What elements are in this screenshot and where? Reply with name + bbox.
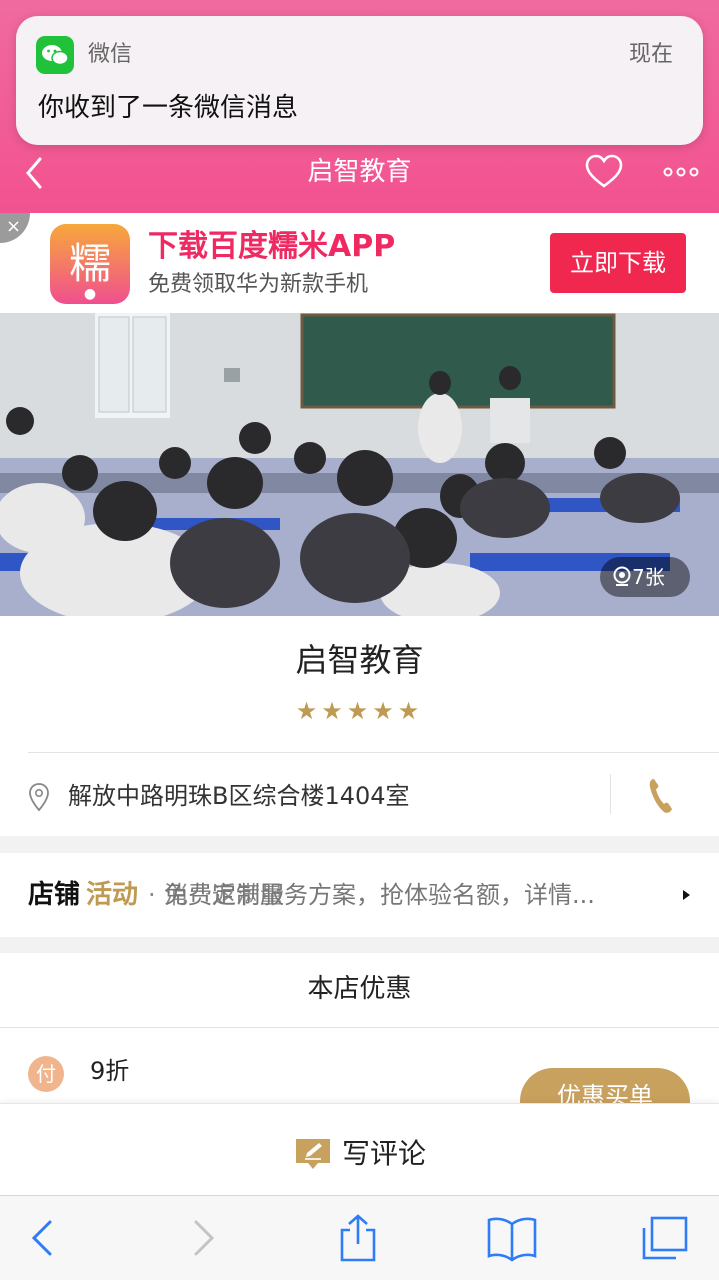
shop-name: 启智教育 [295, 641, 424, 679]
wechat-notification[interactable]: 微信 现在 你收到了一条微信消息 [16, 16, 703, 145]
edit-comment-icon [296, 1139, 330, 1169]
heart-icon[interactable] [585, 154, 623, 190]
close-ad-button[interactable]: × [0, 213, 30, 243]
photo-count-badge[interactable]: 7张 [600, 557, 690, 597]
notification-app-name: 微信 [88, 42, 133, 67]
camera-icon [613, 566, 631, 586]
activity-separator: · [148, 881, 156, 909]
divider [610, 774, 611, 814]
bookmarks-icon[interactable] [486, 1214, 538, 1262]
activity-label-event: 活动 [86, 880, 139, 910]
divider [28, 752, 719, 753]
notification-time: 现在 [628, 42, 673, 67]
paw-icon: ● [83, 286, 97, 302]
rating-stars: ★★★★★ [295, 697, 424, 725]
activity-text: 免费定制服务方案，抢体验名额，详情... [164, 881, 595, 909]
ad-subtitle: 免费领取华为新款手机 [148, 272, 369, 297]
shop-address[interactable]: 解放中路明珠B区综合楼1404室 [68, 776, 410, 816]
shop-activity-row[interactable]: 店铺 活动 · 消费返满量 免费定制服务方案，抢体验名额，详情... [0, 853, 719, 937]
nuomi-logo-icon: 糯 ● [50, 224, 130, 304]
coupon-section-title: 本店优惠 [307, 974, 412, 1004]
ad-title: 下载百度糯米APP [148, 229, 396, 264]
photo-count: 7张 [632, 565, 665, 589]
location-pin-icon [29, 783, 49, 812]
divider [0, 1027, 719, 1028]
tabs-icon[interactable] [638, 1214, 690, 1262]
more-dots-icon[interactable] [662, 163, 700, 181]
write-review-bar[interactable]: 写评论 [0, 1103, 719, 1195]
forward-arrow-icon[interactable] [190, 1214, 218, 1262]
discount-value: 9折 [90, 1057, 130, 1085]
ad-banner[interactable]: × 糯 ● 下载百度糯米APP 免费领取华为新款手机 立即下载 [0, 213, 719, 313]
notification-message: 你收到了一条微信消息 [38, 93, 299, 123]
logo-char: 糯 [68, 239, 111, 288]
download-button[interactable]: 立即下载 [550, 233, 686, 293]
pay-badge: 付 [28, 1056, 64, 1092]
coupon-section: 本店优惠 付 9折 优惠买单 [0, 953, 719, 1134]
activity-label-shop: 店铺 [28, 880, 81, 910]
wechat-icon [36, 36, 74, 74]
phone-icon[interactable] [645, 776, 675, 816]
share-icon[interactable] [336, 1214, 380, 1262]
write-review-label: 写评论 [342, 1137, 427, 1170]
browser-toolbar [0, 1195, 719, 1280]
shop-info: 启智教育 ★★★★★ 解放中路明珠B区综合楼1404室 [0, 616, 719, 836]
back-arrow-icon[interactable] [28, 1214, 56, 1262]
triangle-right-icon [683, 890, 690, 900]
